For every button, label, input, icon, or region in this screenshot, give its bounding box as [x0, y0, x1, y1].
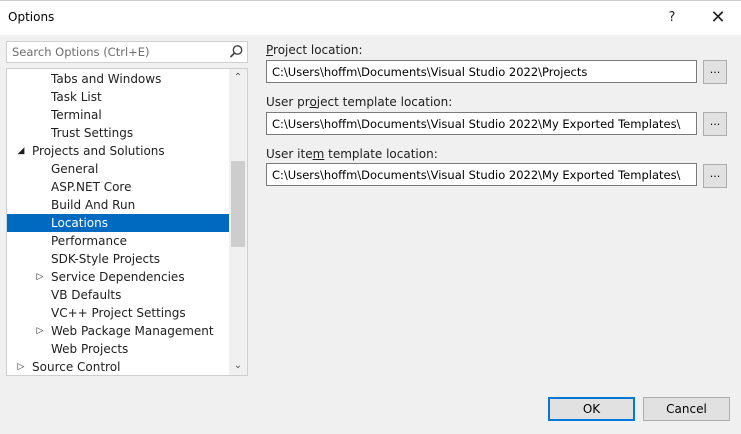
tree-item-label: Task List [51, 90, 102, 104]
label-text: template location: [324, 147, 438, 161]
tree-item-label: ASP.NET Core [51, 180, 132, 194]
user-item-template-browse-button[interactable]: ... [703, 164, 727, 188]
collapsed-arrow-icon[interactable]: ▷ [34, 268, 46, 286]
project-location-browse-button[interactable]: ... [703, 60, 727, 84]
tree-item[interactable]: Web Projects [7, 340, 229, 358]
tree-item-label: Web Package Management [51, 324, 214, 338]
close-icon: ✕ [710, 7, 726, 28]
user-project-template-label: User project template location: [266, 95, 452, 109]
tree-item-label: Tabs and Windows [51, 72, 162, 86]
collapsed-arrow-icon[interactable]: ▷ [34, 322, 46, 340]
tree-item[interactable]: Trust Settings [7, 124, 229, 142]
scroll-down-icon[interactable]: ⌄ [229, 357, 247, 375]
options-tree: Tabs and Windows Task List Terminal Trust S… [6, 68, 248, 376]
tree-item[interactable]: ▷ Service Dependencies [7, 268, 229, 286]
tree-list: Tabs and Windows Task List Terminal Trust S… [7, 70, 229, 375]
collapsed-arrow-icon[interactable]: ▷ [15, 358, 27, 375]
tree-item-label: Source Control [32, 360, 121, 374]
help-icon: ? [668, 10, 676, 25]
tree-item[interactable]: General [7, 160, 229, 178]
tree-item[interactable]: ASP.NET Core [7, 178, 229, 196]
tree-item-label: Performance [51, 234, 128, 248]
tree-item-label: Projects and Solutions [32, 144, 165, 158]
project-location-label: Project location: [266, 43, 363, 57]
search-input[interactable] [7, 42, 225, 62]
tree-item-label: General [51, 162, 99, 176]
scroll-up-icon[interactable]: ⌃ [229, 69, 247, 87]
tree-item-label: Web Projects [51, 342, 129, 356]
search-icon[interactable] [227, 43, 245, 61]
label-text: User pr [266, 95, 310, 109]
window-title: Options [8, 10, 55, 24]
close-button[interactable]: ✕ [695, 1, 741, 35]
options-dialog: Options ? ✕ Tabs and Windows Task List Ter… [0, 0, 741, 434]
tree-item[interactable]: Locations [7, 214, 229, 232]
label-accelerator: P [266, 43, 274, 57]
title-bar: Options ? ✕ [0, 1, 741, 35]
tree-item-label: SDK-Style Projects [51, 252, 161, 266]
search-box [6, 41, 248, 63]
label-accelerator: m [312, 147, 325, 161]
tree-item[interactable]: VC++ Project Settings [7, 304, 229, 322]
help-button[interactable]: ? [649, 1, 695, 35]
user-item-template-field[interactable] [266, 163, 697, 186]
user-project-template-browse-button[interactable]: ... [703, 112, 727, 136]
tree-item-label: Trust Settings [51, 126, 134, 140]
tree-item[interactable]: ▷ Web Package Management [7, 322, 229, 340]
tree-item-label: VB Defaults [51, 288, 122, 302]
tree-item-label: Terminal [51, 108, 102, 122]
label-text: roject location: [273, 43, 363, 57]
tree-item[interactable]: Tabs and Windows [7, 70, 229, 88]
cancel-button[interactable]: Cancel [643, 397, 730, 421]
tree-item[interactable]: Terminal [7, 106, 229, 124]
tree-item[interactable]: SDK-Style Projects [7, 250, 229, 268]
tree-item[interactable]: VB Defaults [7, 286, 229, 304]
ok-button[interactable]: OK [548, 397, 635, 421]
tree-item[interactable]: Task List [7, 88, 229, 106]
user-project-template-field[interactable] [266, 112, 697, 135]
user-item-template-label: User item template location: [266, 147, 438, 161]
tree-item-label: Locations [51, 216, 109, 230]
tree-item-label: Service Dependencies [51, 270, 185, 284]
label-text: ject template location: [316, 95, 453, 109]
label-text: User ite [266, 147, 313, 161]
tree-item-label: VC++ Project Settings [51, 306, 186, 320]
tree-scrollbar[interactable]: ⌃ ⌄ [229, 69, 247, 375]
tree-item[interactable]: Build And Run [7, 196, 229, 214]
tree-item[interactable]: Performance [7, 232, 229, 250]
tree-item[interactable]: ▷ Source Control [7, 358, 229, 375]
label-accelerator: o [309, 95, 317, 109]
scroll-thumb[interactable] [231, 161, 245, 247]
project-location-field[interactable] [266, 60, 697, 83]
tree-item-label: Build And Run [51, 198, 136, 212]
tree-item[interactable]: ◢ Projects and Solutions [7, 142, 229, 160]
expanded-arrow-icon[interactable]: ◢ [15, 142, 27, 160]
